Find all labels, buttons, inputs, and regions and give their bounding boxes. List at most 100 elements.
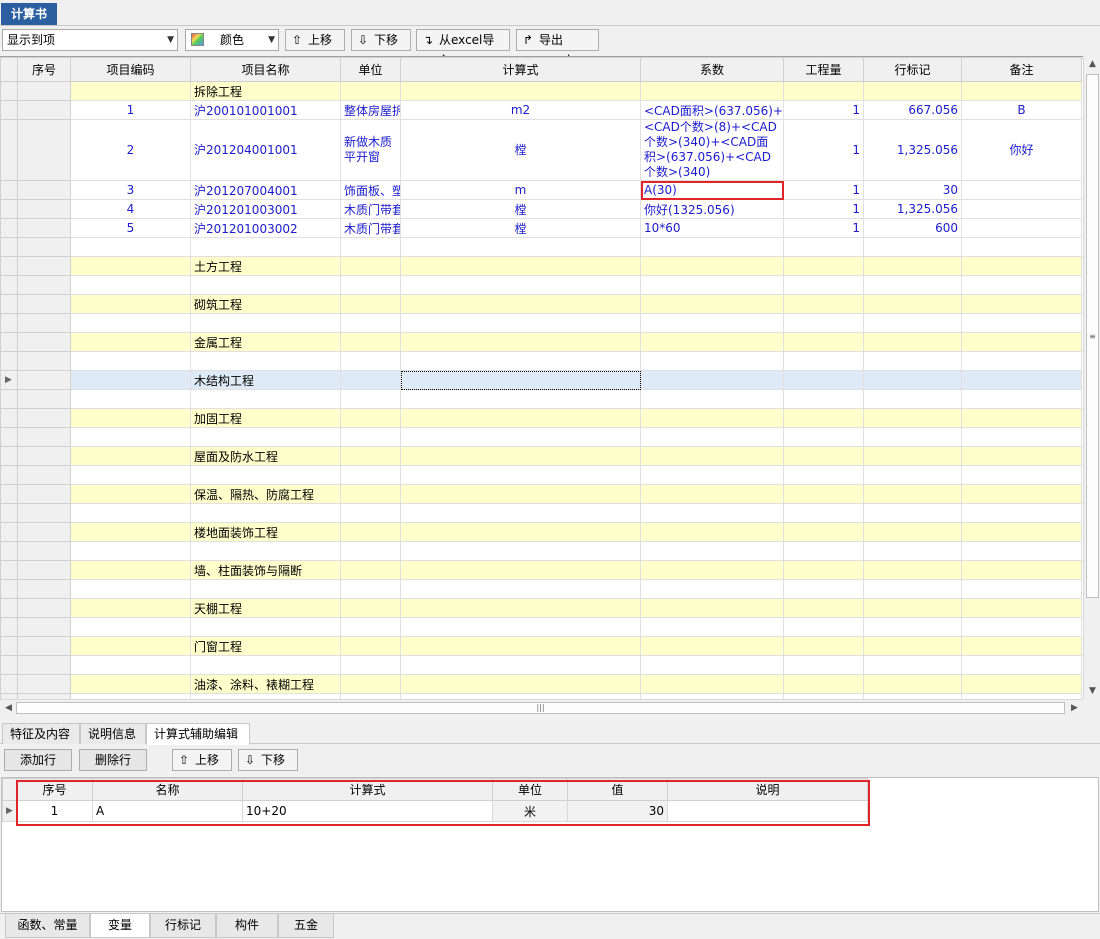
- item-formula[interactable]: 10*60: [640, 218, 784, 238]
- grid-cell[interactable]: [961, 655, 1082, 675]
- grid-cell[interactable]: [400, 81, 641, 101]
- column-header[interactable]: 计算式: [400, 57, 641, 82]
- scroll-up-icon[interactable]: ▲: [1084, 56, 1100, 72]
- grid-cell[interactable]: [70, 256, 191, 276]
- row-indicator[interactable]: [0, 598, 18, 618]
- grid-cell[interactable]: [863, 636, 962, 656]
- category-title[interactable]: 加固工程: [190, 408, 341, 428]
- grid-cell[interactable]: [961, 522, 1082, 542]
- row-indicator[interactable]: [0, 408, 18, 428]
- grid-cell[interactable]: [783, 655, 864, 675]
- empty-row[interactable]: [0, 617, 1082, 637]
- grid-cell[interactable]: [863, 81, 962, 101]
- empty-row[interactable]: [0, 237, 1082, 257]
- grid-cell[interactable]: [640, 636, 784, 656]
- grid-cell[interactable]: [863, 503, 962, 523]
- grid-cell[interactable]: [400, 408, 641, 428]
- empty-row[interactable]: [0, 427, 1082, 447]
- grid-cell[interactable]: [340, 541, 401, 561]
- category-title[interactable]: 楼地面装饰工程: [190, 522, 341, 542]
- grid-cell[interactable]: [70, 636, 191, 656]
- item-row-mark[interactable]: [961, 180, 1082, 200]
- grid-cell[interactable]: [961, 503, 1082, 523]
- grid-cell[interactable]: [340, 351, 401, 371]
- row-indicator[interactable]: [0, 446, 18, 466]
- grid-cell[interactable]: [961, 617, 1082, 637]
- grid-cell[interactable]: [400, 579, 641, 599]
- grid-cell[interactable]: [640, 655, 784, 675]
- row-indicator[interactable]: [0, 674, 18, 694]
- grid-cell[interactable]: [640, 408, 784, 428]
- grid-cell[interactable]: [783, 81, 864, 101]
- item-code[interactable]: 沪201201003001: [190, 199, 341, 219]
- grid-cell[interactable]: [783, 503, 864, 523]
- section-row[interactable]: 拆除工程: [0, 81, 1082, 101]
- variable-move-up-button[interactable]: ⇧ 上移: [172, 749, 232, 771]
- grid-cell[interactable]: [783, 351, 864, 371]
- variable-formula[interactable]: 10+20: [242, 800, 493, 822]
- tab-description[interactable]: 说明信息: [80, 723, 146, 744]
- grid-cell[interactable]: [961, 427, 1082, 447]
- grid-cell[interactable]: [640, 351, 784, 371]
- item-row-mark[interactable]: 你好: [961, 119, 1082, 181]
- grid-cell[interactable]: [961, 351, 1082, 371]
- grid-cell[interactable]: [783, 484, 864, 504]
- move-up-button[interactable]: ⇧ 上移: [285, 29, 345, 51]
- category-row[interactable]: 门窗工程: [0, 636, 1082, 656]
- grid-cell[interactable]: [961, 256, 1082, 276]
- grid-cell[interactable]: [400, 617, 641, 637]
- grid-cell[interactable]: [190, 351, 341, 371]
- category-title[interactable]: 金属工程: [190, 332, 341, 352]
- grid-cell[interactable]: [863, 446, 962, 466]
- vertical-scrollbar[interactable]: ▲ ≡ ▼: [1083, 56, 1100, 699]
- grid-cell[interactable]: [783, 370, 864, 390]
- row-no[interactable]: 4: [70, 199, 191, 219]
- grid-cell[interactable]: [783, 389, 864, 409]
- item-name[interactable]: 木质门带套: [340, 199, 401, 219]
- scroll-right-icon[interactable]: ▶: [1066, 700, 1083, 716]
- grid-cell[interactable]: [70, 237, 191, 257]
- grid-cell[interactable]: [400, 655, 641, 675]
- item-coefficient[interactable]: 1: [783, 100, 864, 120]
- grid-cell[interactable]: [961, 674, 1082, 694]
- item-formula[interactable]: <CAD面积>(637.056)+A(30): [640, 100, 784, 120]
- color-select[interactable]: 颜色 ▼: [185, 29, 279, 51]
- grid-cell[interactable]: [340, 484, 401, 504]
- grid-cell[interactable]: [640, 237, 784, 257]
- column-header[interactable]: 序号: [17, 57, 71, 82]
- item-unit[interactable]: m2: [400, 100, 641, 120]
- grid-cell[interactable]: [340, 560, 401, 580]
- item-coefficient[interactable]: 1: [783, 199, 864, 219]
- column-header[interactable]: 单位: [340, 57, 401, 82]
- grid-cell[interactable]: [863, 484, 962, 504]
- grid-cell[interactable]: [70, 81, 191, 101]
- table-row[interactable]: 3沪201207004001饰面板、塑料窗帘盒mA(30)130: [0, 180, 1082, 200]
- grid-cell[interactable]: [783, 294, 864, 314]
- grid-cell[interactable]: [340, 370, 401, 390]
- grid-cell[interactable]: [190, 389, 341, 409]
- row-indicator[interactable]: [0, 560, 18, 580]
- column-header[interactable]: 项目名称: [190, 57, 341, 82]
- item-code[interactable]: 沪200101001001: [190, 100, 341, 120]
- grid-cell[interactable]: [190, 617, 341, 637]
- grid-cell[interactable]: [340, 446, 401, 466]
- grid-cell[interactable]: [640, 560, 784, 580]
- item-formula[interactable]: 你好(1325.056): [640, 199, 784, 219]
- item-name[interactable]: 饰面板、塑料窗帘盒: [340, 180, 401, 200]
- grid-cell[interactable]: [70, 484, 191, 504]
- variable-move-down-button[interactable]: ⇩ 下移: [238, 749, 298, 771]
- item-code[interactable]: 沪201204001001: [190, 119, 341, 181]
- grid-cell[interactable]: [400, 294, 641, 314]
- item-formula[interactable]: <CAD个数>(8)+<CAD个数>(340)+<CAD面积>(637.056)…: [640, 119, 784, 181]
- grid-cell[interactable]: [400, 484, 641, 504]
- grid-cell[interactable]: [783, 522, 864, 542]
- item-name[interactable]: 整体房屋拆除: [340, 100, 401, 120]
- item-coefficient[interactable]: 1: [783, 218, 864, 238]
- scroll-down-icon[interactable]: ▼: [1084, 683, 1100, 699]
- category-title[interactable]: 屋面及防水工程: [190, 446, 341, 466]
- grid-cell[interactable]: [783, 237, 864, 257]
- grid-cell[interactable]: [640, 484, 784, 504]
- item-unit[interactable]: 樘: [400, 199, 641, 219]
- empty-row[interactable]: [0, 313, 1082, 333]
- category-row[interactable]: 金属工程: [0, 332, 1082, 352]
